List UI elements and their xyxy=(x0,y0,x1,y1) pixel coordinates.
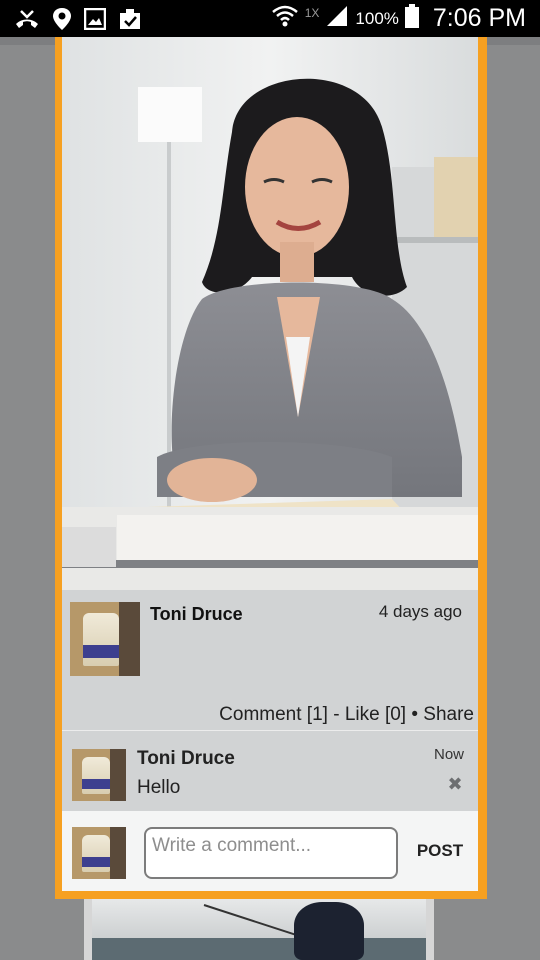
post-author-name[interactable]: Toni Druce xyxy=(150,604,243,625)
signal-icon xyxy=(325,5,349,32)
action-separator: • xyxy=(406,704,424,725)
comment-composer: POST xyxy=(62,811,478,891)
share-link[interactable]: Share xyxy=(423,704,474,725)
current-user-avatar xyxy=(72,827,126,879)
wifi-icon xyxy=(271,3,299,34)
comment-text: Hello xyxy=(137,777,181,798)
comment-link[interactable]: Comment [1] xyxy=(219,704,328,725)
comment-item: Toni Druce Hello Now ✖ xyxy=(62,731,478,811)
status-icons-right: 1X 100% 7:06 PM xyxy=(271,0,526,37)
status-icons-left xyxy=(14,5,142,33)
comment-author-name[interactable]: Toni Druce xyxy=(137,748,235,770)
background-feed-photo xyxy=(84,898,434,960)
battery-percent: 100% xyxy=(355,8,399,28)
post-actions: Comment [1] - Like [0] • Share xyxy=(219,704,474,726)
author-avatar[interactable] xyxy=(70,602,140,676)
commenter-avatar[interactable] xyxy=(72,749,126,801)
post-comment-button[interactable]: POST xyxy=(412,837,468,865)
post-photo[interactable] xyxy=(62,37,478,590)
post-header: Toni Druce 4 days ago Comment [1] - Like… xyxy=(62,590,478,730)
modal-content: Toni Druce 4 days ago Comment [1] - Like… xyxy=(62,37,478,891)
status-bar: 1X 100% 7:06 PM xyxy=(0,0,540,37)
delete-comment-icon[interactable]: ✖ xyxy=(446,775,464,793)
comment-timestamp: Now xyxy=(433,746,464,763)
image-icon xyxy=(84,8,106,30)
clock: 7:06 PM xyxy=(432,4,526,32)
action-separator: - xyxy=(327,704,345,725)
location-icon xyxy=(52,7,72,31)
comment-input[interactable] xyxy=(144,827,398,879)
post-timestamp: 4 days ago xyxy=(378,602,462,621)
battery-icon xyxy=(404,4,419,33)
post-detail-modal: Toni Druce 4 days ago Comment [1] - Like… xyxy=(55,37,487,899)
network-type-label: 1X xyxy=(304,5,320,20)
clipboard-check-icon xyxy=(118,8,142,30)
like-link[interactable]: Like [0] xyxy=(345,704,406,725)
missed-call-icon xyxy=(14,8,40,30)
